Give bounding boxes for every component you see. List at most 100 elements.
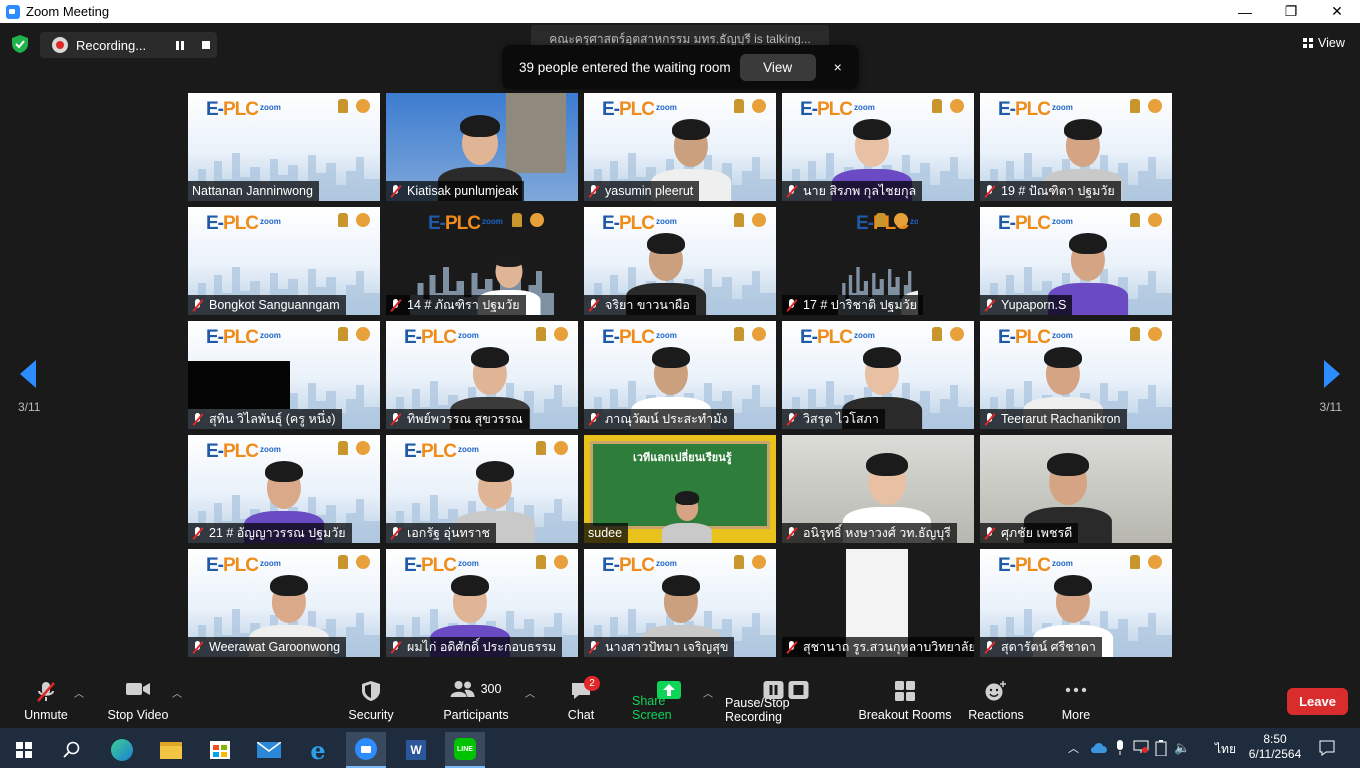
view-toggle-label: View (1318, 36, 1345, 50)
reactions-button[interactable]: Reactions (966, 675, 1026, 728)
participant-tile[interactable]: E-PLC zoom ทิพย์พวรรณ สุขวรรณ (386, 321, 578, 429)
zoom-window: Zoom Meeting — ❐ ✕ Recording... คณะครุศา… (0, 0, 1360, 768)
next-page-arrow-icon[interactable] (1322, 359, 1342, 389)
security-button[interactable]: Security (345, 675, 397, 728)
file-explorer-icon[interactable] (151, 732, 191, 768)
university-seal-icon (1148, 555, 1162, 569)
participant-name-label: นางสาวปัทมา เจริญสุข (584, 637, 735, 657)
participant-tile[interactable]: E-PLC zoom นาย สิรภพ กุลไชยกุล (782, 93, 974, 201)
network-icon[interactable] (1133, 740, 1149, 754)
encryption-shield-icon[interactable] (12, 35, 28, 53)
leave-button[interactable]: Leave (1287, 688, 1348, 715)
prev-page-arrow-icon[interactable] (18, 359, 38, 389)
close-notification-icon[interactable]: × (834, 59, 842, 75)
participant-tile[interactable]: E-PLC zoom นางสาวปัทมา เจริญสุข (584, 549, 776, 657)
mail-icon[interactable] (249, 732, 289, 768)
participant-tile[interactable]: E-PLC zoom Yupaporn.S (980, 207, 1172, 315)
battery-icon[interactable] (1154, 740, 1168, 756)
participant-tile[interactable]: อนิรุทธิ์ หงษาวงศ์ วท.ธัญบุรี (782, 435, 974, 543)
muted-mic-icon (588, 298, 599, 312)
participant-tile[interactable]: E-PLCzoom17 # ปาริชาติ ปฐมวัย (782, 207, 974, 315)
pause-recording-icon[interactable] (176, 40, 185, 50)
participant-tile[interactable]: E-PLC zoom Bongkot Sanguanngam (188, 207, 380, 315)
security-label: Security (348, 708, 394, 722)
muted-mic-icon (390, 184, 401, 198)
input-language[interactable]: ไทย (1215, 740, 1236, 759)
search-button[interactable] (52, 732, 92, 768)
participant-tile[interactable]: E-PLC zoom 19 # ปัณฑิตา ปฐมวัย (980, 93, 1172, 201)
participant-name: Nattanan Janninwong (192, 184, 313, 198)
participant-name: Teerarut Rachanikron (1001, 412, 1121, 426)
participant-tile[interactable]: E-PLC zoom Nattanan Janninwong (188, 93, 380, 201)
zoom-taskbar-icon[interactable] (346, 732, 386, 768)
reactions-label: Reactions (968, 708, 1024, 722)
video-options-caret-icon[interactable]: ︿ (172, 685, 182, 700)
internet-explorer-icon[interactable]: e (298, 732, 338, 768)
participant-tile[interactable]: E-PLC zoom Teerarut Rachanikron (980, 321, 1172, 429)
participant-tile[interactable]: ศุภชัย เพชรดี (980, 435, 1172, 543)
waiting-room-view-button[interactable]: View (739, 53, 816, 81)
participant-tile[interactable]: E-PLC zoom 14 # ภัณฑิรา ปฐมวัย (386, 207, 578, 315)
stop-video-button[interactable]: Stop Video (104, 675, 172, 728)
pause-stop-recording-button[interactable]: Pause/Stop Recording (725, 675, 847, 728)
notifications-icon[interactable] (1319, 740, 1335, 756)
participants-button[interactable]: 300 Participants (441, 675, 511, 728)
show-hidden-icons-chevron-icon[interactable]: ︿ (1068, 740, 1079, 756)
minimize-button[interactable]: — (1222, 0, 1268, 23)
university-seal-icon (950, 99, 964, 113)
line-app-icon[interactable]: LINE (445, 732, 485, 768)
participant-tile[interactable]: E-PLC zoom สุดารัตน์ ศรีชาดา (980, 549, 1172, 657)
crest-icon (1130, 555, 1140, 569)
edge-browser-icon[interactable] (102, 732, 142, 768)
maximize-button[interactable]: ❐ (1268, 0, 1314, 23)
unmute-button[interactable]: Unmute (18, 675, 74, 728)
participants-options-caret-icon[interactable]: ︿ (525, 685, 535, 700)
participant-name-label: 14 # ภัณฑิรา ปฐมวัย (386, 295, 526, 315)
share-options-caret-icon[interactable]: ︿ (703, 685, 713, 700)
participant-tile[interactable]: E-PLC zoom สุทิน วิไลพันธุ์ (ครู หนึ่ง) (188, 321, 380, 429)
more-button[interactable]: More (1056, 675, 1096, 728)
stop-recording-icon[interactable] (202, 41, 211, 49)
participant-tile[interactable]: เวทีแลกเปลี่ยนเรียนรู้ sudee (584, 435, 776, 543)
shared-video-overlay (188, 361, 290, 409)
zoom-wordmark: zoom (910, 217, 918, 226)
participant-tile[interactable]: E-PLC zoom ภาณุวัฒน์ ประสะทำมัง (584, 321, 776, 429)
crest-icon (932, 99, 942, 113)
zoom-wordmark: zoom (260, 103, 281, 112)
breakout-rooms-button[interactable]: Breakout Rooms (858, 675, 952, 728)
close-window-button[interactable]: ✕ (1314, 0, 1360, 23)
participant-tile[interactable]: E-PLC zoom 21 # อัญญาวรรณ ปฐมวัย (188, 435, 380, 543)
participant-tile[interactable]: E-PLC zoom ผมไก่ อดิศักดิ์ ประกอบธรรม (386, 549, 578, 657)
participant-tile[interactable]: E-PLC zoom เอกรัฐ อุ่นทราช (386, 435, 578, 543)
audio-options-caret-icon[interactable]: ︿ (74, 685, 84, 700)
chat-button[interactable]: 2 Chat (563, 675, 600, 728)
participant-tile[interactable]: E-PLC zoom yasumin pleerut (584, 93, 776, 201)
participant-tile[interactable]: E-PLC zoom วิสรุต ไวโสภา (782, 321, 974, 429)
onedrive-cloud-icon[interactable] (1090, 741, 1108, 753)
participant-tile[interactable]: E-PLC zoom Weerawat Garoonwong (188, 549, 380, 657)
participant-tile[interactable]: E-PLC zoom จริยา ขาวนาผือ (584, 207, 776, 315)
unmute-label: Unmute (24, 708, 68, 722)
participant-name: 21 # อัญญาวรรณ ปฐมวัย (209, 526, 346, 540)
start-button[interactable] (4, 732, 44, 768)
recording-icon (52, 37, 68, 53)
pause-icon (763, 681, 784, 699)
crest-icon (734, 213, 744, 227)
taskbar-clock[interactable]: 8:50 6/11/2564 (1244, 732, 1306, 762)
participant-name-label: yasumin pleerut (584, 181, 700, 201)
word-icon[interactable]: W (396, 732, 436, 768)
university-seal-icon (1148, 327, 1162, 341)
share-screen-button[interactable]: Share Screen (632, 675, 706, 728)
store-icon[interactable] (200, 732, 240, 768)
participant-tile[interactable]: สุชานาถ รูร.สวนกุหลาบวิทยาลัย... (782, 549, 974, 657)
zoom-logo-icon (6, 4, 20, 19)
stop-icon (788, 681, 809, 699)
view-toggle-button[interactable]: View (1303, 32, 1350, 54)
muted-mic-icon (984, 412, 995, 426)
participant-tile[interactable]: Kiatisak punlumjeak (386, 93, 578, 201)
microphone-tray-icon[interactable] (1115, 740, 1125, 756)
participants-count: 300 (480, 682, 502, 696)
clock-time: 8:50 (1263, 732, 1287, 746)
volume-icon[interactable]: 🔈 (1174, 740, 1190, 756)
eplc-logo: E-PLC (206, 327, 259, 348)
